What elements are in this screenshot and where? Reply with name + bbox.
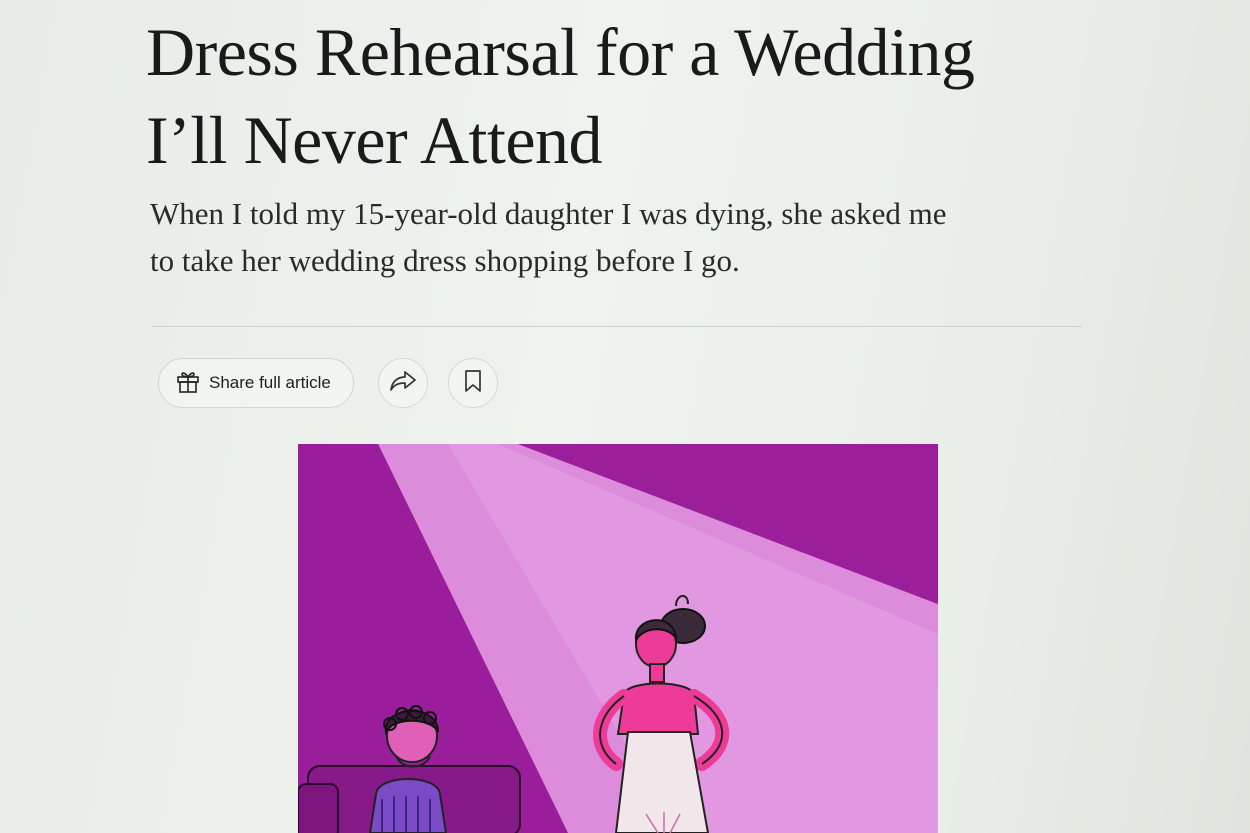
summary-line-1: When I told my 15-year-old daughter I wa… <box>150 196 947 231</box>
share-full-article-label: Share full article <box>209 373 331 392</box>
share-button[interactable] <box>378 358 428 408</box>
divider <box>152 326 1082 327</box>
article-illustration <box>298 444 938 833</box>
save-button[interactable] <box>448 358 498 408</box>
article-headline: Dress Rehearsal for a Wedding I’ll Never… <box>146 8 1146 184</box>
summary-line-2: to take her wedding dress shopping befor… <box>150 243 740 278</box>
gift-icon <box>175 368 201 399</box>
share-full-article-button[interactable]: Share full article <box>158 358 354 408</box>
bookmark-icon <box>463 368 483 399</box>
share-arrow-icon <box>388 369 418 398</box>
article-summary: When I told my 15-year-old daughter I wa… <box>150 190 1110 284</box>
headline-line-1: Dress Rehearsal for a Wedding <box>146 14 975 90</box>
headline-line-2: I’ll Never Attend <box>146 102 603 178</box>
